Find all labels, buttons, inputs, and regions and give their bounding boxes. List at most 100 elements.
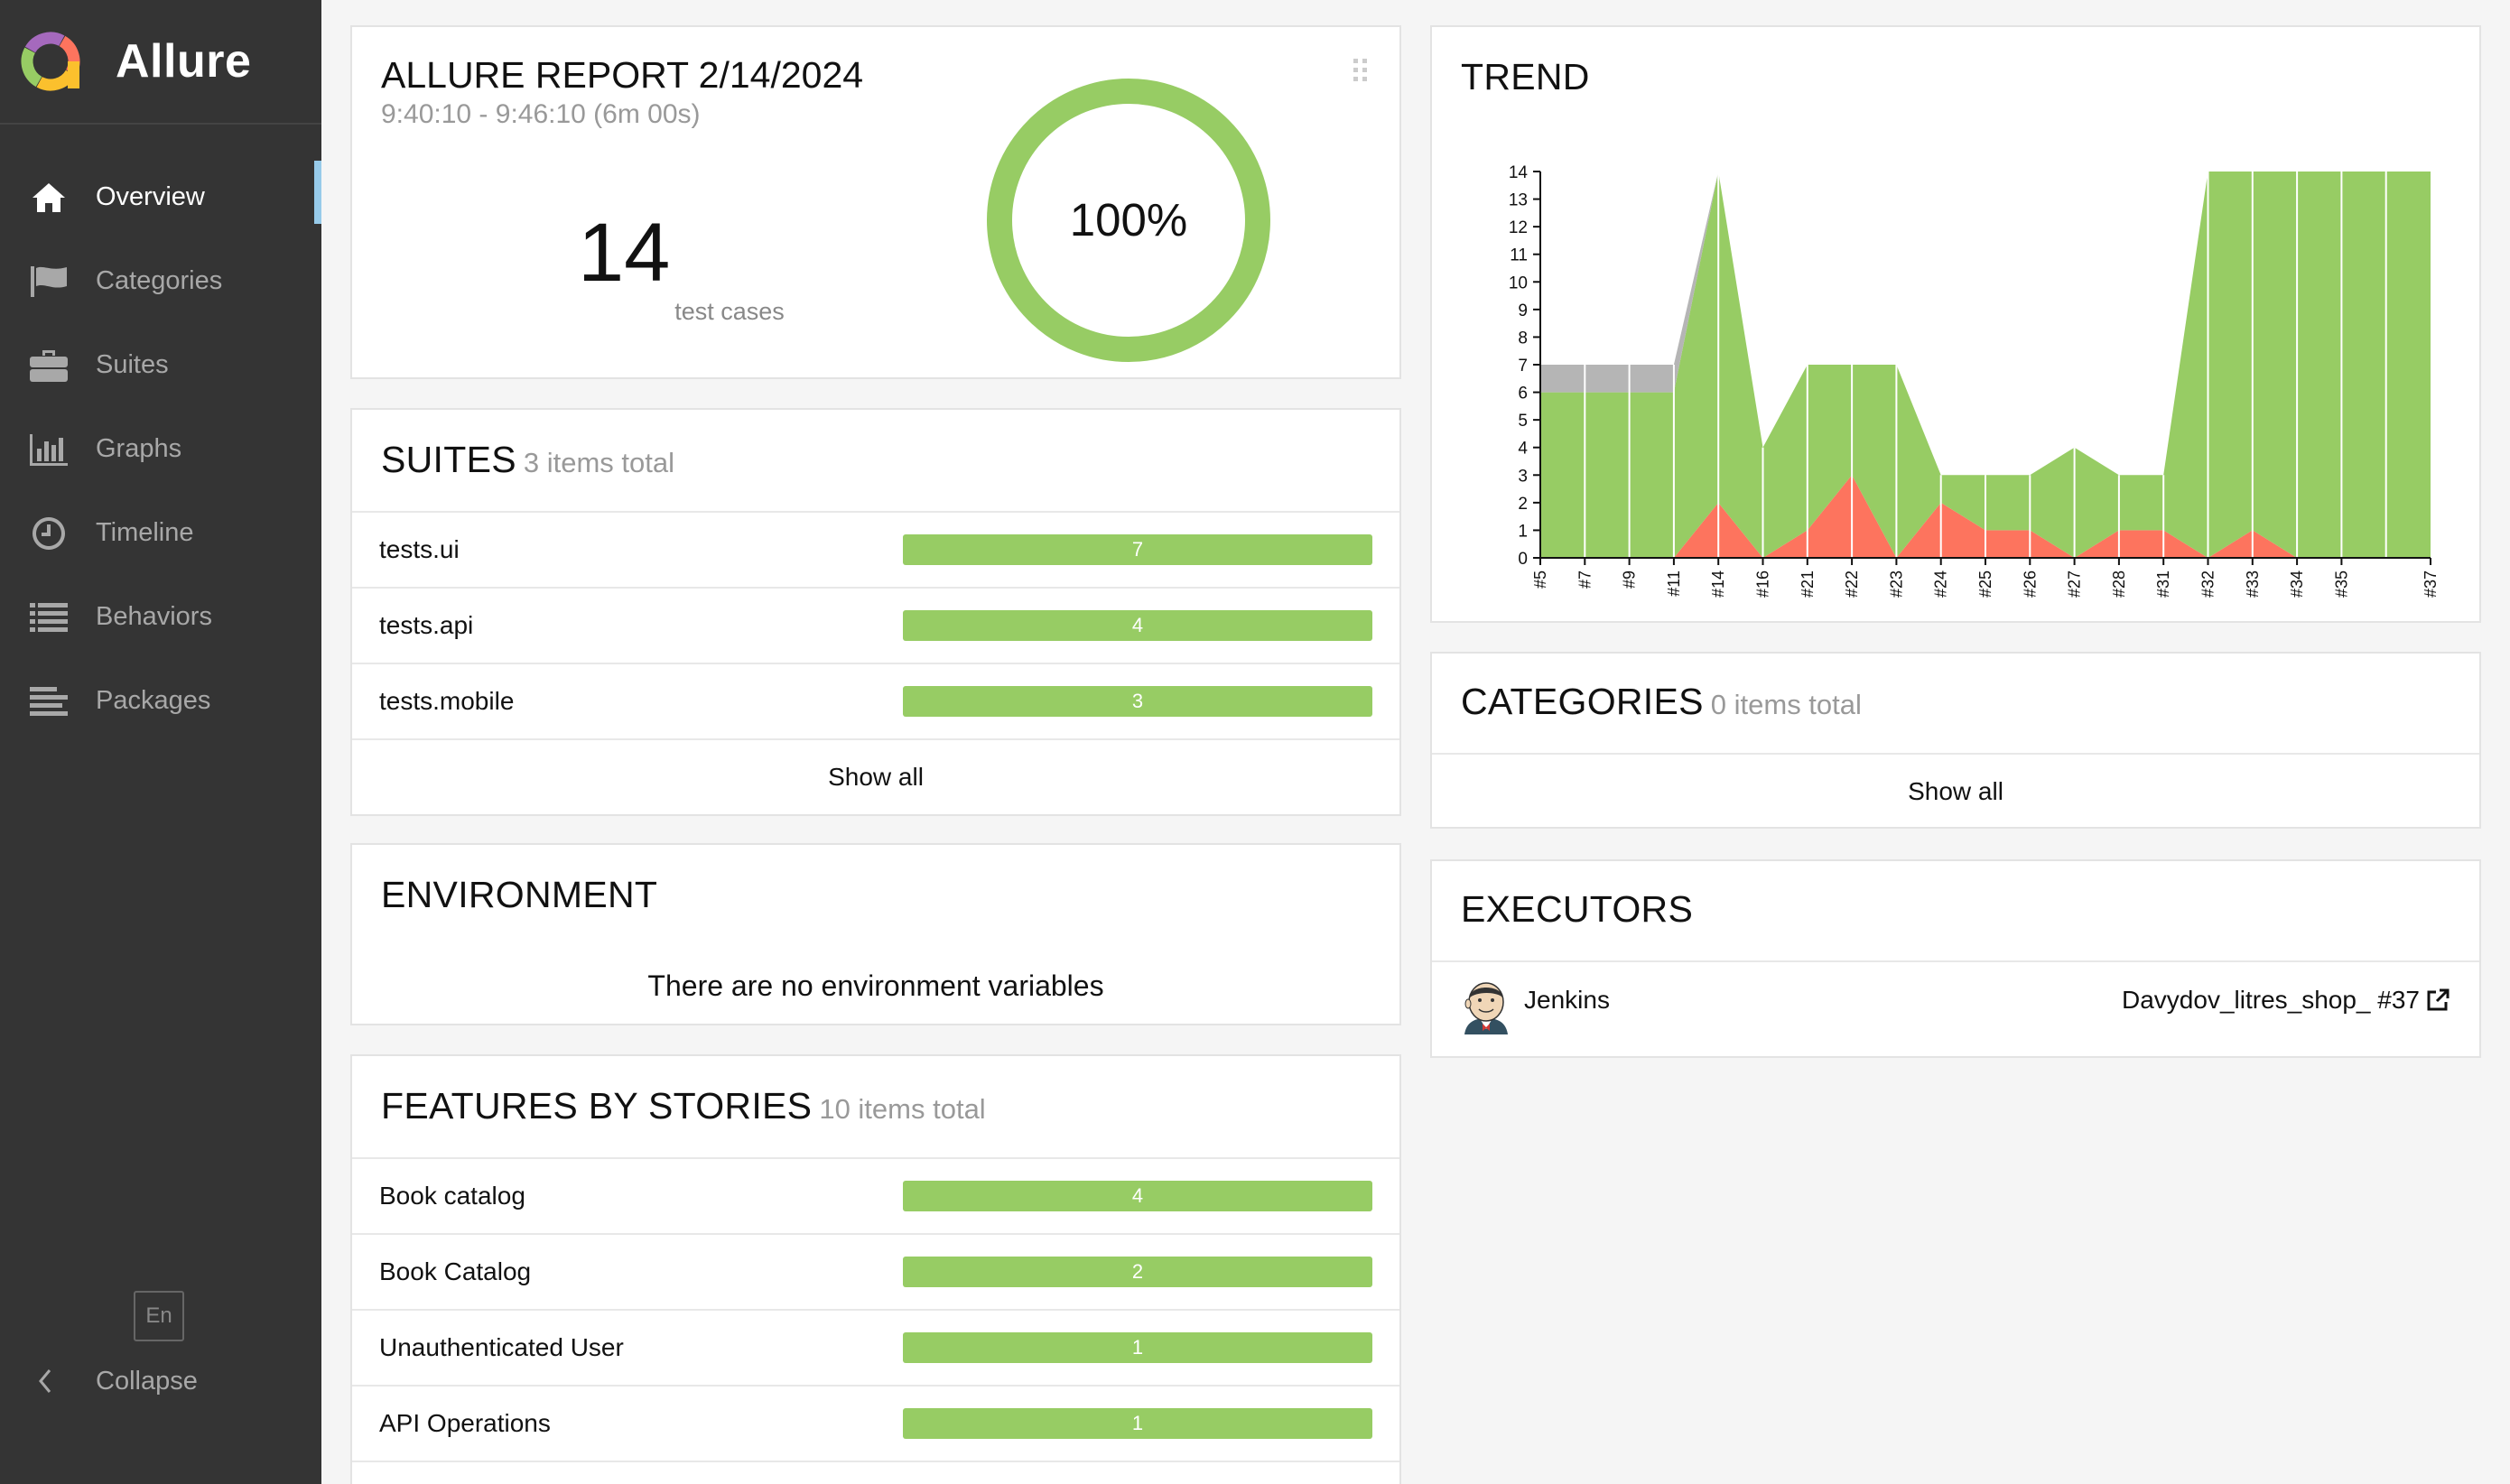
suite-name: tests.api xyxy=(379,611,474,639)
executor-row: Jenkins Davydov_litres_shop_ #37 xyxy=(1432,960,2479,1043)
home-icon xyxy=(29,180,69,216)
trend-y-tick-label: 11 xyxy=(1510,246,1528,265)
feature-status-bar[interactable]: 2 xyxy=(903,1257,1372,1287)
executor-build-link[interactable]: Davydov_litres_shop_ #37 xyxy=(2122,986,2450,1015)
sidebar-item-label: Behaviors xyxy=(96,602,212,631)
trend-x-tick-label: #27 xyxy=(2066,570,2084,598)
clock-icon xyxy=(29,515,69,552)
trend-x-tick-label: #7 xyxy=(1576,570,1594,589)
trend-x-tick-label: #28 xyxy=(2110,570,2128,598)
trend-x-tick-label: #31 xyxy=(2154,570,2172,598)
feature-row[interactable]: Book Catalog 2 xyxy=(352,1233,1399,1309)
feature-name: Book Catalog xyxy=(379,1257,532,1285)
sidebar-item-graphs[interactable]: Graphs xyxy=(0,407,321,491)
chevron-left-icon xyxy=(36,1363,58,1399)
feature-status-bar[interactable]: 4 xyxy=(903,1181,1372,1211)
suites-widget: SUITES 3 items total tests.ui 7 tests.api… xyxy=(350,408,1401,816)
trend-y-tick-label: 3 xyxy=(1518,467,1528,486)
trend-x-tick-label: #22 xyxy=(1843,570,1861,598)
trend-x-tick-label: #35 xyxy=(2332,570,2350,598)
suites-count: 3 items total xyxy=(523,447,675,478)
trend-x-tick-label: #32 xyxy=(2199,570,2217,598)
suite-row[interactable]: tests.mobile 3 xyxy=(352,663,1399,738)
trend-y-tick-label: 4 xyxy=(1518,440,1528,459)
trend-y-tick-label: 9 xyxy=(1518,301,1528,320)
sidebar: Allure Overview Categories Suites Graphs xyxy=(0,0,321,1484)
suite-status-bar[interactable]: 4 xyxy=(903,610,1372,641)
trend-y-tick-label: 12 xyxy=(1509,218,1528,237)
features-widget: FEATURES BY STORIES 10 items total Book c… xyxy=(350,1054,1401,1484)
trend-y-tick-label: 10 xyxy=(1509,274,1528,292)
trend-x-tick-label: #33 xyxy=(2244,570,2262,598)
feature-row[interactable]: API Operations 1 xyxy=(352,1385,1399,1461)
executor-name: Jenkins xyxy=(1524,986,1610,1014)
trend-y-tick-label: 6 xyxy=(1518,385,1528,403)
feature-status-bar[interactable]: 1 xyxy=(903,1408,1372,1439)
sidebar-nav: Overview Categories Suites Graphs Timeli… xyxy=(0,155,321,743)
feature-row[interactable]: Unauthenticated User 1 xyxy=(352,1309,1399,1385)
categories-count: 0 items total xyxy=(1710,689,1862,720)
trend-x-tick-label: #24 xyxy=(1932,570,1950,598)
trend-y-tick-label: 14 xyxy=(1509,163,1529,182)
sidebar-item-label: Overview xyxy=(96,182,205,211)
sidebar-item-timeline[interactable]: Timeline xyxy=(0,491,321,575)
suite-status-bar[interactable]: 7 xyxy=(903,534,1372,565)
success-rate-label: 100% xyxy=(1069,194,1188,246)
sidebar-item-label: Graphs xyxy=(96,434,182,463)
sidebar-item-overview[interactable]: Overview xyxy=(0,155,321,239)
brand[interactable]: Allure xyxy=(0,0,321,125)
trend-x-tick-label: #26 xyxy=(2021,570,2039,598)
suite-status-bar[interactable]: 3 xyxy=(903,686,1372,717)
trend-x-tick-label: #37 xyxy=(2422,570,2440,598)
executor-build-label: Davydov_litres_shop_ #37 xyxy=(2122,986,2420,1014)
categories-title: CATEGORIES 0 items total xyxy=(1461,681,1862,723)
suite-row[interactable]: tests.api 4 xyxy=(352,587,1399,663)
collapse-label: Collapse xyxy=(96,1366,198,1396)
feature-name: Book catalog xyxy=(379,1182,525,1210)
sidebar-item-categories[interactable]: Categories xyxy=(0,239,321,323)
trend-x-tick-label: #21 xyxy=(1799,570,1817,598)
suite-name: tests.mobile xyxy=(379,687,515,715)
summary-widget: ALLURE REPORT 2/14/2024 9:40:10 - 9:46:1… xyxy=(350,25,1401,379)
categories-widget: CATEGORIES 0 items total Show all xyxy=(1430,652,2481,829)
allure-logo-icon xyxy=(21,32,80,91)
trend-x-tick-label: #9 xyxy=(1621,570,1639,589)
suites-show-all-link[interactable]: Show all xyxy=(352,738,1399,814)
sidebar-item-label: Suites xyxy=(96,350,169,379)
categories-title-text: CATEGORIES xyxy=(1461,681,1704,722)
trend-widget: TREND 0 1 2 3 4 5 6 7 8 9 10 11 12 13 14 #5 #7 #9 #11 #14 #1… xyxy=(1430,25,2481,623)
test-count-label: test cases xyxy=(674,298,785,325)
suites-title: SUITES 3 items total xyxy=(381,439,674,481)
list-icon xyxy=(29,599,69,635)
suite-name: tests.ui xyxy=(379,535,460,563)
trend-x-tick-label: #5 xyxy=(1531,570,1549,589)
drag-handle-icon[interactable] xyxy=(1353,58,1369,83)
external-link-icon xyxy=(2427,988,2450,1011)
trend-x-tick-label: #23 xyxy=(1887,570,1905,598)
language-button[interactable]: En xyxy=(134,1291,184,1341)
report-title: ALLURE REPORT 2/14/2024 xyxy=(381,54,864,96)
trend-chart[interactable]: 01234567891011121314#5 #7 #9 #11 #14 #16 #21 #2… xyxy=(1450,114,2443,619)
trend-y-tick-label: 7 xyxy=(1518,357,1528,376)
sidebar-item-behaviors[interactable]: Behaviors xyxy=(0,575,321,659)
categories-show-all-link[interactable]: Show all xyxy=(1432,753,2479,829)
collapse-button[interactable]: Collapse xyxy=(36,1363,198,1399)
flag-icon xyxy=(29,264,69,300)
sidebar-item-label: Packages xyxy=(96,686,211,715)
trend-y-tick-label: 5 xyxy=(1518,412,1528,431)
feature-status-bar[interactable]: 1 xyxy=(903,1332,1372,1363)
feature-row-partial xyxy=(352,1461,1399,1484)
trend-title: TREND xyxy=(1461,56,1590,97)
trend-x-tick-label: #16 xyxy=(1754,570,1772,598)
sidebar-item-packages[interactable]: Packages xyxy=(0,659,321,743)
feature-name: API Operations xyxy=(379,1409,551,1437)
briefcase-icon xyxy=(29,348,69,384)
sidebar-item-suites[interactable]: Suites xyxy=(0,323,321,407)
report-time: 9:40:10 - 9:46:10 (6m 00s) xyxy=(381,99,701,129)
environment-title: ENVIRONMENT xyxy=(381,874,658,915)
feature-row[interactable]: Book catalog 4 xyxy=(352,1157,1399,1233)
suite-row[interactable]: tests.ui 7 xyxy=(352,511,1399,587)
environment-empty-text: There are no environment variables xyxy=(647,969,1104,1002)
feature-name: Unauthenticated User xyxy=(379,1333,624,1361)
trend-y-tick-label: 13 xyxy=(1509,191,1528,210)
